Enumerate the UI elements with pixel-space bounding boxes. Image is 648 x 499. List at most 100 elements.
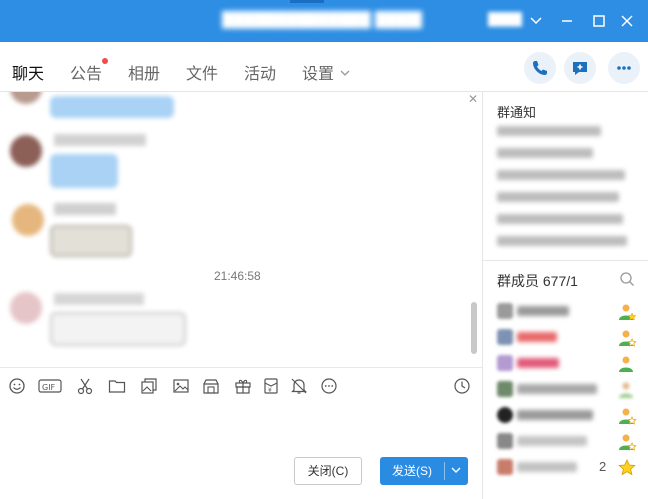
notice-text-line bbox=[497, 192, 619, 202]
avatar bbox=[497, 355, 513, 371]
more-icon bbox=[617, 66, 631, 70]
group-members-header: 群成员 677/1 bbox=[483, 260, 648, 296]
sender-name bbox=[54, 293, 144, 305]
member-icon bbox=[617, 380, 637, 403]
tab-bar: 聊天 公告 相册 文件 活动 设置 bbox=[0, 42, 648, 92]
close-button[interactable]: 关闭(C) bbox=[294, 457, 362, 485]
message-bubble[interactable] bbox=[50, 225, 132, 257]
admin-icon bbox=[617, 432, 637, 455]
svg-text:¥: ¥ bbox=[268, 387, 272, 394]
tab-label: 活动 bbox=[244, 66, 277, 83]
add-message-button[interactable] bbox=[564, 52, 596, 84]
message-timestamp: 21:46:58 bbox=[214, 269, 261, 283]
sender-name bbox=[54, 134, 146, 146]
group-members-title: 群成员 677/1 bbox=[497, 273, 578, 289]
avatar[interactable] bbox=[10, 92, 42, 104]
voice-call-button[interactable] bbox=[524, 52, 556, 84]
message-input[interactable]: 关闭(C) 发送(S) bbox=[0, 403, 482, 499]
send-button[interactable]: 发送(S) bbox=[380, 457, 468, 485]
gif-icon[interactable]: GIF bbox=[38, 377, 62, 395]
close-icon[interactable]: ✕ bbox=[468, 92, 478, 106]
svg-text:GIF: GIF bbox=[42, 383, 56, 392]
member-name bbox=[517, 358, 559, 368]
history-icon[interactable] bbox=[453, 377, 471, 395]
message-plus-icon bbox=[573, 62, 587, 75]
red-packet-icon[interactable]: ¥ bbox=[262, 377, 280, 395]
notice-text-line bbox=[497, 170, 625, 180]
search-icon[interactable] bbox=[619, 271, 635, 290]
close-icon[interactable] bbox=[618, 12, 636, 30]
message-bubble[interactable] bbox=[50, 154, 118, 188]
tab-activity[interactable]: 活动 bbox=[244, 60, 276, 84]
message-bubble[interactable] bbox=[50, 312, 186, 346]
owner-icon bbox=[617, 302, 637, 325]
image-gallery-icon[interactable] bbox=[140, 377, 158, 395]
tab-settings[interactable]: 设置 bbox=[302, 60, 350, 84]
member-item[interactable] bbox=[483, 430, 648, 452]
member-name bbox=[517, 306, 569, 316]
tab-album[interactable]: 相册 bbox=[128, 60, 160, 84]
tab-chat[interactable]: 聊天 bbox=[12, 60, 44, 84]
tab-announcement[interactable]: 公告 bbox=[70, 58, 109, 84]
input-toolbar: GIF ¥ bbox=[0, 367, 482, 403]
tab-files[interactable]: 文件 bbox=[186, 60, 218, 84]
member-icon bbox=[617, 354, 637, 377]
avatar bbox=[497, 329, 513, 345]
folder-icon[interactable] bbox=[108, 377, 126, 395]
bell-icon[interactable] bbox=[290, 377, 308, 395]
admin-icon bbox=[617, 406, 637, 429]
group-sidebar: 群通知 群成员 677/1 2 bbox=[482, 92, 648, 499]
more-circle-icon[interactable] bbox=[320, 377, 338, 395]
chat-scrollbar[interactable] bbox=[471, 302, 477, 354]
member-count-digit: 2 bbox=[599, 459, 607, 474]
chevron-down-icon[interactable] bbox=[527, 12, 545, 30]
group-notice-title: 群通知 bbox=[497, 105, 537, 120]
sender-name bbox=[54, 203, 116, 215]
phone-icon bbox=[533, 61, 547, 75]
member-name bbox=[517, 436, 587, 446]
member-item[interactable] bbox=[483, 404, 648, 426]
member-item[interactable] bbox=[483, 326, 648, 348]
member-item[interactable] bbox=[483, 300, 648, 322]
minimize-icon[interactable] bbox=[558, 12, 576, 30]
avatar bbox=[497, 407, 513, 423]
notice-text-line bbox=[497, 148, 593, 158]
title-accent-line bbox=[290, 0, 324, 3]
message-bubble[interactable] bbox=[50, 96, 174, 118]
image-icon[interactable] bbox=[172, 377, 190, 395]
tab-label: 设置 bbox=[302, 66, 335, 83]
member-name bbox=[517, 332, 557, 342]
tab-label: 聊天 bbox=[12, 66, 45, 83]
title-bar: ██████████████ ████████ ████ bbox=[0, 0, 648, 42]
star-icon bbox=[617, 458, 637, 481]
emoji-icon[interactable] bbox=[8, 377, 26, 395]
avatar bbox=[497, 433, 513, 449]
notice-text-line bbox=[497, 214, 623, 224]
member-name bbox=[517, 384, 597, 394]
gift-shop-icon[interactable] bbox=[202, 377, 220, 395]
send-button-divider bbox=[444, 462, 445, 480]
avatar bbox=[497, 459, 513, 475]
maximize-icon[interactable] bbox=[590, 12, 608, 30]
notice-text-line bbox=[497, 126, 601, 136]
avatar[interactable] bbox=[10, 292, 42, 324]
admin-icon bbox=[617, 328, 637, 351]
member-item[interactable]: 2 bbox=[483, 456, 648, 478]
chevron-down-icon[interactable] bbox=[450, 457, 462, 496]
tab-label: 公告 bbox=[70, 66, 103, 83]
tab-label: 相册 bbox=[128, 66, 161, 83]
send-button-label: 发送(S) bbox=[392, 464, 432, 478]
avatar[interactable] bbox=[12, 204, 44, 236]
avatar[interactable] bbox=[10, 135, 42, 167]
window-title: ██████████████ ████████ bbox=[222, 11, 422, 28]
chat-history[interactable]: ✕ 21:46:58 bbox=[0, 92, 482, 367]
chevron-down-icon bbox=[340, 68, 350, 80]
member-name bbox=[517, 462, 577, 472]
member-item[interactable] bbox=[483, 352, 648, 374]
window-subtitle: ████ bbox=[488, 12, 523, 26]
member-item[interactable] bbox=[483, 378, 648, 400]
gift-icon[interactable] bbox=[234, 377, 252, 395]
more-options-button[interactable] bbox=[608, 52, 640, 84]
scissors-icon[interactable] bbox=[76, 377, 94, 395]
avatar bbox=[497, 381, 513, 397]
